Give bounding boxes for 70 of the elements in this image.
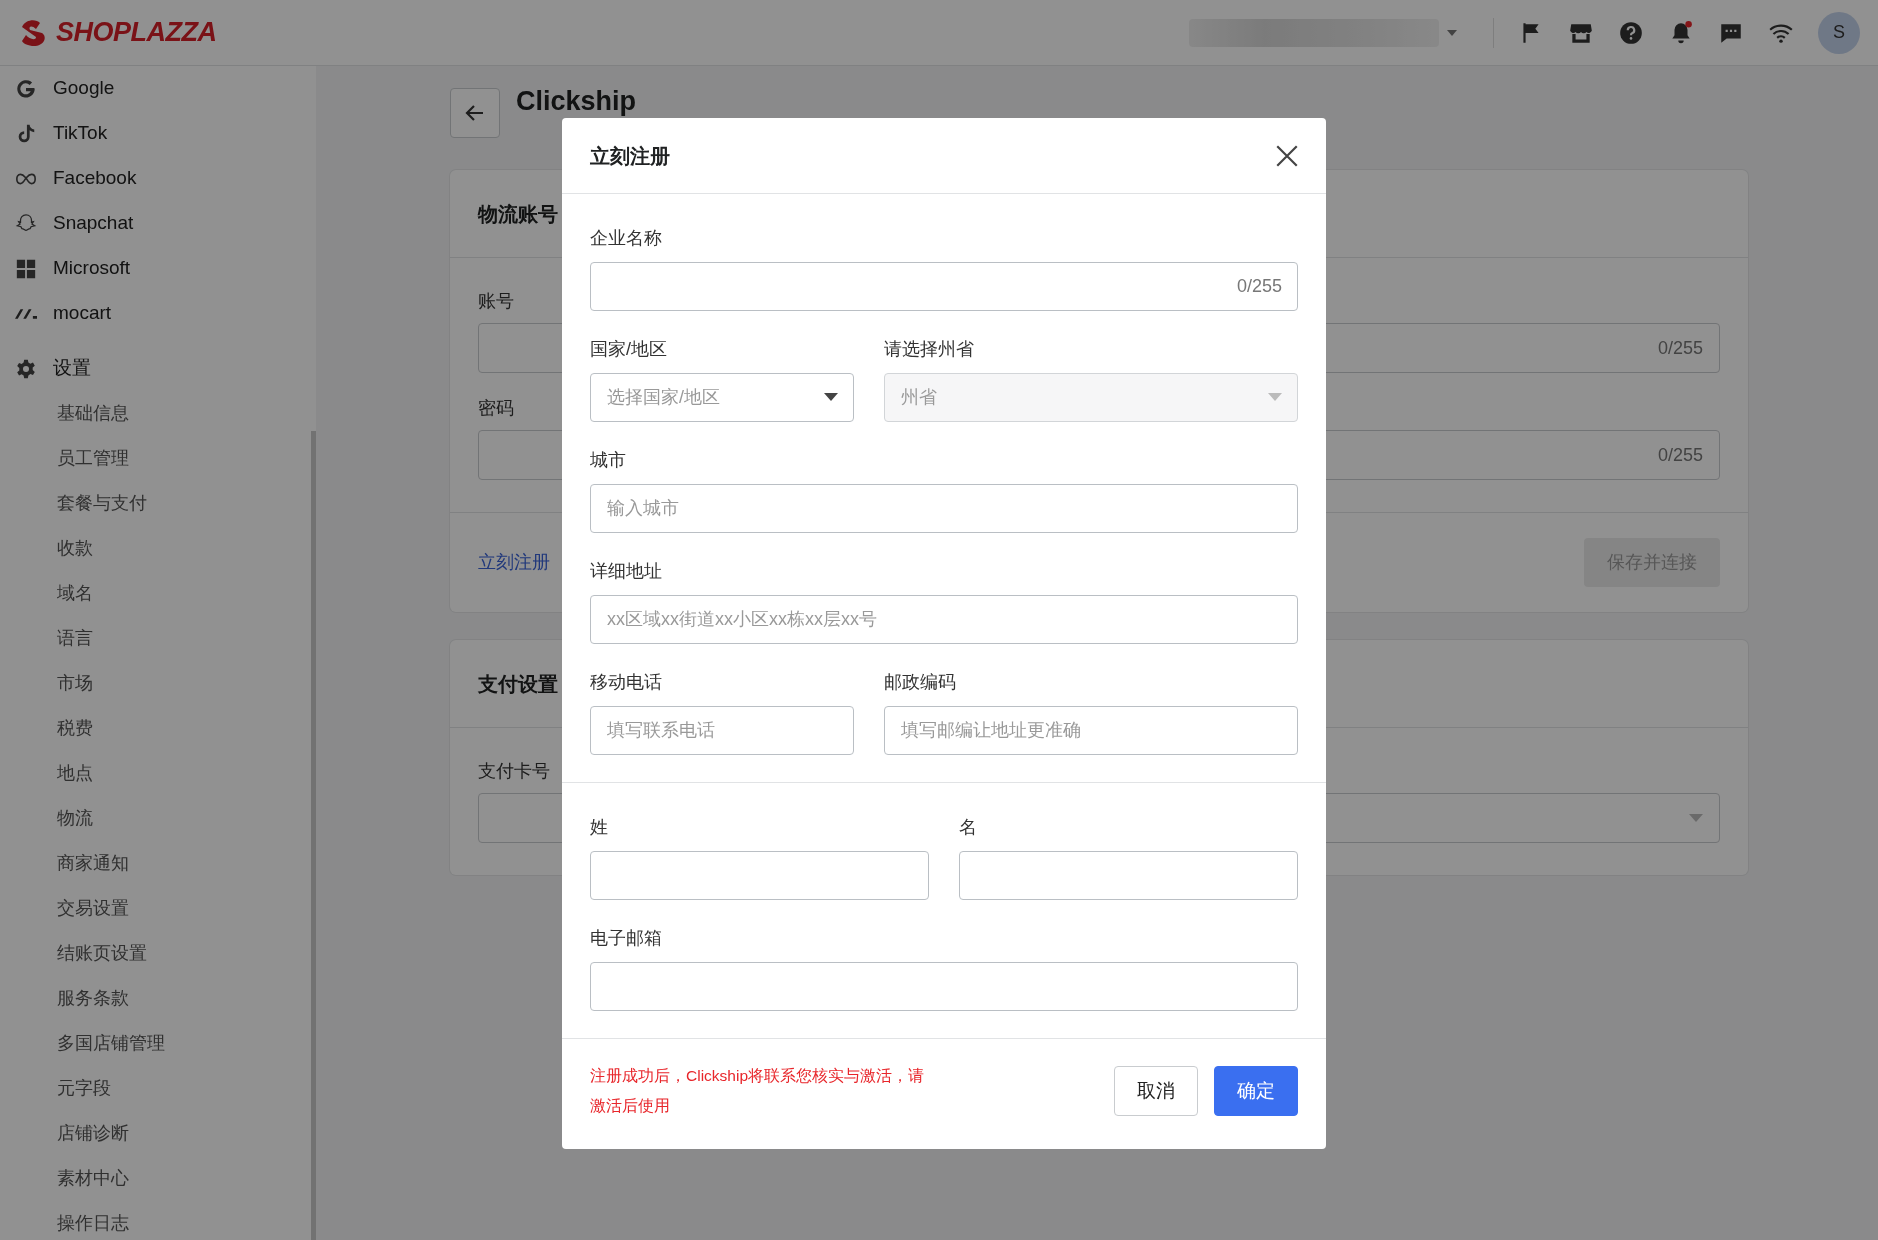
card-title: 支付设置 xyxy=(478,671,558,697)
help-icon[interactable] xyxy=(1618,19,1644,46)
caret-icon xyxy=(1447,28,1457,37)
sidebar-subitem[interactable]: 市场 xyxy=(0,661,103,706)
sidebar-subitem[interactable]: 交易设置 xyxy=(0,886,139,931)
field-label: 请选择州省 xyxy=(884,338,975,361)
logo-text: SHOPLAZZA xyxy=(56,16,217,50)
input-field[interactable]: xx区域xx街道xx小区xx栋xx层xx号 xyxy=(590,595,1298,644)
sidebar-subitem[interactable]: 语言 xyxy=(0,616,103,661)
sidebar-item[interactable]: TikTok xyxy=(0,111,118,156)
notice-text: 注册成功后，Clickship将联系您核实与激活，请激活后使用 xyxy=(590,1066,925,1116)
caret-icon xyxy=(824,393,839,402)
sidebar-subitem[interactable]: 操作日志 xyxy=(0,1201,139,1240)
back-button[interactable] xyxy=(450,88,500,138)
page-title: Clickship xyxy=(516,88,637,114)
sidebar-subitem[interactable]: 物流 xyxy=(0,796,103,841)
sidebar-subitem[interactable]: 结账页设置 xyxy=(0,931,157,976)
sidebar-subitem[interactable]: 收款 xyxy=(0,526,103,571)
input-field[interactable] xyxy=(590,262,1298,311)
field-label: 城市 xyxy=(590,449,626,472)
logo[interactable]: SHOPLAZZA xyxy=(18,12,217,53)
sidebar-subitem[interactable]: 地点 xyxy=(0,751,103,796)
input-field[interactable] xyxy=(959,851,1298,900)
sidebar-subitem[interactable]: 店铺诊断 xyxy=(0,1111,139,1156)
field-label: 账号 xyxy=(478,290,514,313)
cancel-button[interactable]: 取消 xyxy=(1114,1065,1198,1117)
slash-icon xyxy=(15,308,37,319)
input-field[interactable]: 填写联系电话 xyxy=(590,706,855,755)
field-label: 支付卡号 xyxy=(478,760,550,783)
sidebar-subitem[interactable]: 服务条款 xyxy=(0,976,139,1021)
field-label: 邮政编码 xyxy=(884,671,957,694)
gear-icon xyxy=(15,357,37,380)
input-field[interactable] xyxy=(590,851,929,900)
sidebar-subitem[interactable]: 域名 xyxy=(0,571,103,616)
field-label: 移动电话 xyxy=(590,671,662,694)
field-label: 国家/地区 xyxy=(590,338,667,361)
input-field[interactable] xyxy=(590,962,1298,1011)
g-logo-icon xyxy=(15,77,37,100)
avatar[interactable]: S xyxy=(1818,11,1860,54)
field-label: 企业名称 xyxy=(590,227,662,250)
sidebar-subitem[interactable]: 基础信息 xyxy=(0,391,139,436)
input-field[interactable]: 输入城市 xyxy=(590,484,1298,533)
field-label: 详细地址 xyxy=(590,560,662,583)
sidebar-subitem[interactable]: 税费 xyxy=(0,706,103,751)
field-label: 密码 xyxy=(478,397,514,420)
input-field[interactable]: 填写邮编让地址更准确 xyxy=(884,706,1298,755)
caret-icon xyxy=(1268,393,1282,402)
character-counter: 0/255 xyxy=(1236,275,1282,297)
sidebar-subitem[interactable]: 商家通知 xyxy=(0,841,139,886)
confirm-button[interactable]: 确定 xyxy=(1214,1065,1298,1117)
sidebar-subitem[interactable]: 元字段 xyxy=(0,1066,121,1111)
field-label: 电子邮箱 xyxy=(590,927,662,950)
sidebar-subitem[interactable]: 素材中心 xyxy=(0,1156,139,1201)
grid-icon xyxy=(15,257,37,280)
sidebar-item[interactable]: Microsoft xyxy=(0,246,141,291)
field-label: 名 xyxy=(959,816,977,839)
sidebar-subitem[interactable]: 员工管理 xyxy=(0,436,139,481)
field-label: 姓 xyxy=(590,816,608,839)
sidebar-item[interactable]: 设置 xyxy=(0,346,101,391)
sidebar-item[interactable]: Snapchat xyxy=(0,201,144,246)
sidebar-subitem[interactable]: 多国店铺管理 xyxy=(0,1021,175,1066)
caret-icon xyxy=(1689,813,1703,823)
sidebar-subitem[interactable]: 套餐与支付 xyxy=(0,481,157,526)
register-link[interactable]: 立刻注册 xyxy=(478,549,550,576)
sidebar-item[interactable]: Google xyxy=(0,66,125,111)
select-field[interactable]: 选择国家/地区 xyxy=(590,373,855,422)
sidebar-item[interactable]: mocart xyxy=(0,291,122,336)
dialog-title: 立刻注册 xyxy=(590,143,670,169)
sidebar-item[interactable]: Facebook xyxy=(0,156,147,201)
card-title: 物流账号 xyxy=(478,201,558,227)
